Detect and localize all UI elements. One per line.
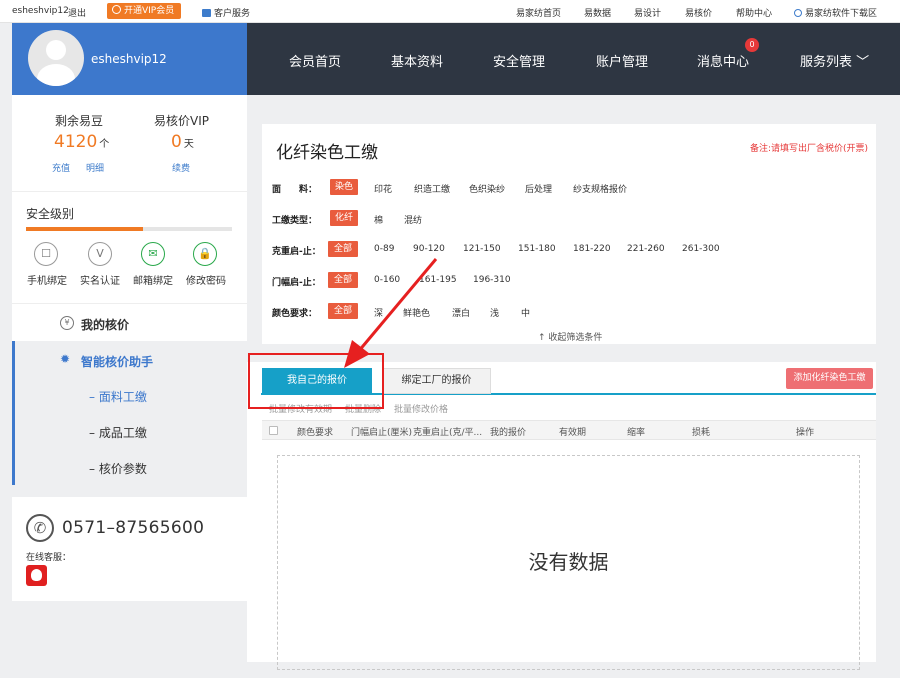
annotation-arrow: [344, 258, 438, 368]
